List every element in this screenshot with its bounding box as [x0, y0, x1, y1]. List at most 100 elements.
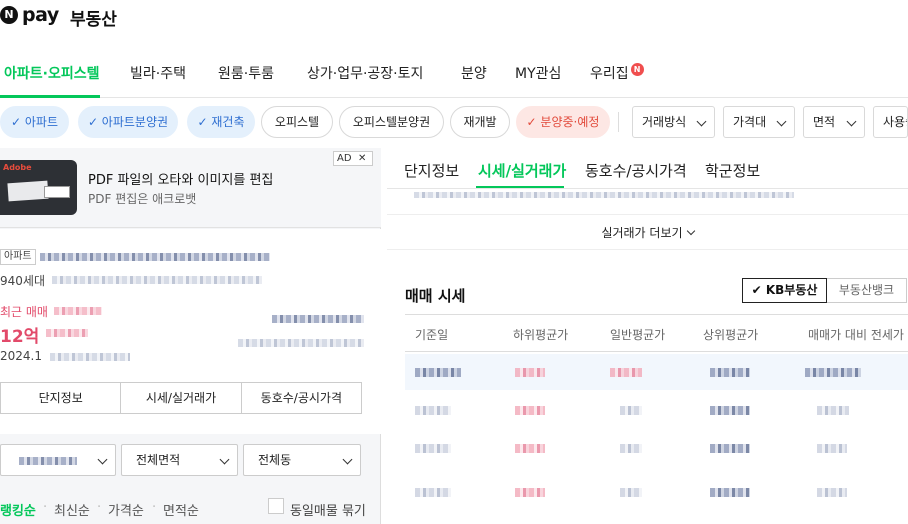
- unit-publicprice-button[interactable]: 동호수/공시가격: [242, 383, 361, 413]
- logo-service-text[interactable]: 부동산: [70, 5, 117, 30]
- chevron-down-icon: [686, 226, 695, 236]
- chip-reconstruction[interactable]: ✓ 재건축: [187, 106, 255, 138]
- ad-label: AD: [337, 153, 352, 164]
- chevron-down-icon: [97, 454, 108, 465]
- sort-divider: ·: [97, 500, 102, 515]
- sort-area[interactable]: 면적순: [163, 500, 199, 519]
- dropdown-price-range-label: 가격대: [733, 115, 767, 129]
- more-trades-button[interactable]: 실거래가 더보기: [387, 214, 908, 250]
- select-value-redacted: [19, 457, 77, 465]
- dropdown-trade-type[interactable]: 거래방식: [632, 106, 715, 138]
- new-badge-icon: N: [630, 63, 644, 76]
- tab-school-info[interactable]: 학군정보: [705, 160, 760, 181]
- tab-complex-info[interactable]: 단지정보: [404, 160, 459, 181]
- chip-apartment[interactable]: ✓ 아파트: [0, 106, 69, 138]
- cell-redacted: [515, 368, 545, 377]
- filter-bar: ✓ 아파트 ✓ 아파트분양권 ✓ 재건축 오피스텔 오피스텔분양권 재개발 ✓ …: [0, 106, 908, 140]
- price-history-button[interactable]: 시세/실거래가: [121, 383, 242, 413]
- trade-type-select[interactable]: [0, 444, 116, 476]
- table-row: [405, 474, 908, 510]
- chevron-down-icon: [776, 116, 787, 127]
- cell-redacted: [710, 444, 750, 453]
- sort-row: 랭킹순 · 최신순 · 가격순 · 면적순 동일매물 묶기: [0, 488, 381, 524]
- nav-active-indicator: [0, 95, 100, 98]
- ad-banner[interactable]: Adobe PDF 파일의 오타와 이미지를 편집 PDF 편집은 애크로뱃 A…: [0, 148, 381, 228]
- col-low-avg: 하위평균가: [513, 328, 569, 342]
- recent-trade-redacted: [54, 307, 102, 315]
- nav-apt-officetel[interactable]: 아파트·오피스텔: [4, 63, 99, 83]
- detail-panel: 단지정보 시세/실거래가 동호수/공시가격 학군정보 실거래가 더보기 매매 시…: [387, 148, 908, 524]
- ad-title[interactable]: PDF 파일의 오타와 이미지를 편집: [88, 169, 273, 188]
- cell-redacted: [515, 488, 545, 497]
- cell-redacted: [620, 406, 642, 415]
- sort-divider: ·: [152, 500, 157, 515]
- cell-redacted: [515, 406, 545, 415]
- nav-my-interest[interactable]: MY관심: [515, 63, 561, 83]
- table-row: [405, 430, 908, 466]
- building-select[interactable]: 전체동: [243, 444, 361, 476]
- dropdown-area[interactable]: 면적: [803, 106, 865, 138]
- cell-redacted: [710, 488, 750, 497]
- chip-presale-ongoing[interactable]: ✓ 분양중·예정: [516, 106, 610, 138]
- nav-oneroom-tworoom[interactable]: 원룸·투룸: [218, 63, 274, 83]
- nav-commercial-land[interactable]: 상가·업무·공장·토지: [307, 63, 423, 83]
- nav-my-home[interactable]: 우리집 N: [590, 63, 644, 83]
- dropdown-trade-type-label: 거래방식: [642, 115, 687, 129]
- col-high-avg: 상위평균가: [703, 328, 759, 342]
- ad-document-image: [7, 180, 49, 202]
- area-select[interactable]: 전체면적: [121, 444, 238, 476]
- dropdown-approval-year[interactable]: 사용승: [873, 106, 908, 138]
- close-icon[interactable]: ✕: [358, 152, 366, 165]
- bank-source-button[interactable]: 부동산뱅크: [827, 278, 907, 303]
- dropdown-price-range[interactable]: 가격대: [723, 106, 795, 138]
- cell-redacted: [415, 444, 451, 453]
- listing-info-redacted: [238, 339, 364, 347]
- chip-redevelopment[interactable]: 재개발: [450, 106, 510, 138]
- households-text: 940세대: [0, 274, 45, 288]
- trade-row-partial-redacted: [414, 192, 794, 198]
- chip-officetel-presale-right[interactable]: 오피스텔분양권: [339, 106, 444, 138]
- ad-thumbnail[interactable]: Adobe: [0, 160, 77, 215]
- naver-logo-icon[interactable]: N: [0, 6, 18, 24]
- price-detail-redacted: [46, 329, 88, 337]
- ad-badge: AD ✕: [333, 151, 373, 166]
- complex-info-button[interactable]: 단지정보: [1, 383, 122, 413]
- main-nav: 아파트·오피스텔 빌라·주택 원룸·투룸 상가·업무·공장·토지 분양 MY관심…: [0, 48, 908, 98]
- cell-redacted: [620, 488, 642, 497]
- cell-redacted: [610, 368, 642, 377]
- dropdown-area-label: 면적: [813, 115, 836, 129]
- ad-subtitle[interactable]: PDF 편집은 애크로뱃: [88, 190, 196, 207]
- same-listing-label[interactable]: 동일매물 묶기: [290, 500, 366, 519]
- sort-latest[interactable]: 최신순: [54, 500, 90, 519]
- sort-ranking[interactable]: 랭킹순: [0, 500, 36, 519]
- table-row: [405, 354, 908, 390]
- tab-divider: [387, 188, 908, 189]
- filter-divider: [618, 112, 619, 132]
- cell-redacted: [710, 368, 750, 377]
- cell-redacted: [817, 444, 847, 453]
- sort-price[interactable]: 가격순: [108, 500, 144, 519]
- same-listing-checkbox[interactable]: [268, 498, 284, 514]
- kb-source-button[interactable]: ✔ KB부동산: [742, 278, 827, 303]
- logo-pay-text[interactable]: pay: [22, 4, 59, 26]
- chevron-down-icon: [846, 116, 857, 127]
- tab-price-history[interactable]: 시세/실거래가: [478, 160, 566, 181]
- nav-villa-house[interactable]: 빌라·주택: [130, 63, 186, 83]
- nav-presale[interactable]: 분양: [461, 63, 487, 83]
- cell-redacted: [805, 368, 861, 377]
- col-mid-avg: 일반평균가: [610, 328, 666, 342]
- property-type-tag: 아파트: [0, 249, 36, 265]
- chip-apt-presale-right[interactable]: ✓ 아파트분양권: [78, 106, 178, 138]
- listing-info-redacted: [272, 315, 364, 323]
- cell-redacted: [620, 444, 642, 453]
- building-select-label: 전체동: [258, 453, 292, 467]
- section-title: 매매 시세: [405, 287, 466, 305]
- ad-document-image: [44, 186, 70, 198]
- complex-card[interactable]: 아파트 940세대 최근 매매 12억 2024.1 단지정보 시세/실거래가 …: [0, 229, 381, 434]
- check-icon: ✔: [751, 283, 766, 297]
- cell-redacted: [710, 406, 750, 415]
- complex-info-redacted: [52, 276, 262, 284]
- cell-redacted: [817, 406, 849, 415]
- tab-unit-publicprice[interactable]: 동호수/공시가격: [585, 160, 687, 181]
- chip-officetel[interactable]: 오피스텔: [261, 106, 333, 138]
